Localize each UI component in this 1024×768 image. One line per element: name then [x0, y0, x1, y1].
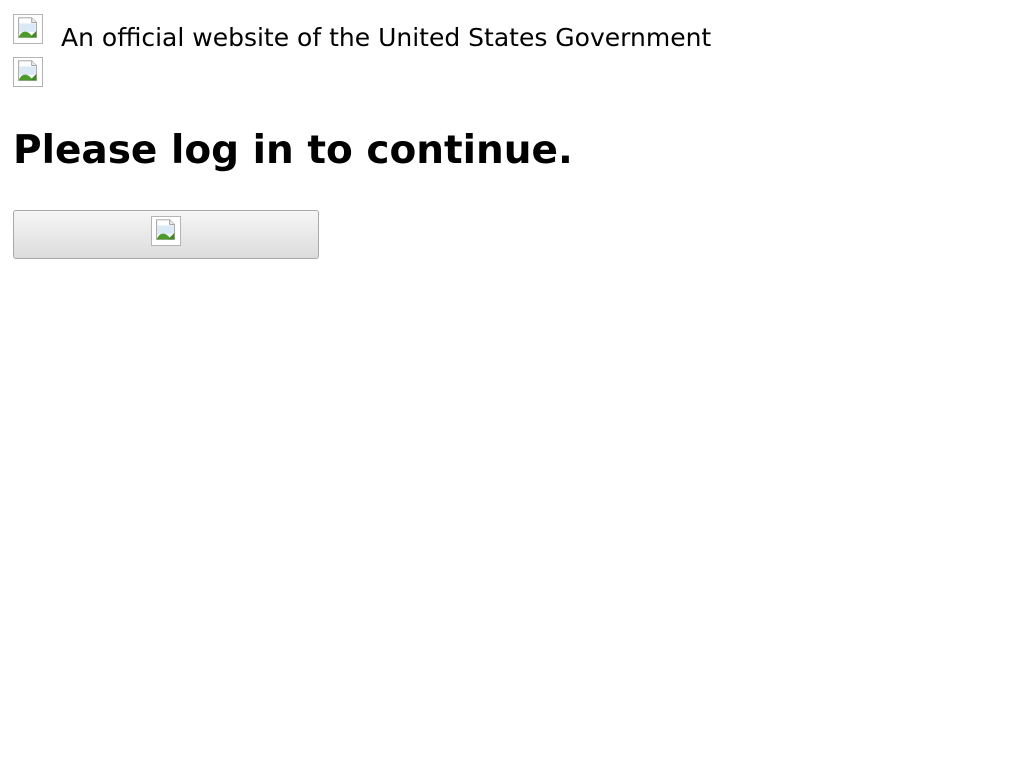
page-title: Please log in to continue.	[13, 128, 573, 173]
us-flag-icon	[13, 14, 43, 44]
site-logo-icon[interactable]	[13, 57, 43, 87]
page: An official website of the United States…	[0, 0, 1024, 768]
broken-image-icon	[18, 60, 37, 81]
login-button-image-icon	[151, 216, 181, 246]
official-website-banner-text: An official website of the United States…	[61, 23, 712, 52]
broken-image-icon	[156, 219, 175, 240]
login-button[interactable]	[13, 210, 319, 259]
broken-image-icon	[18, 17, 37, 38]
